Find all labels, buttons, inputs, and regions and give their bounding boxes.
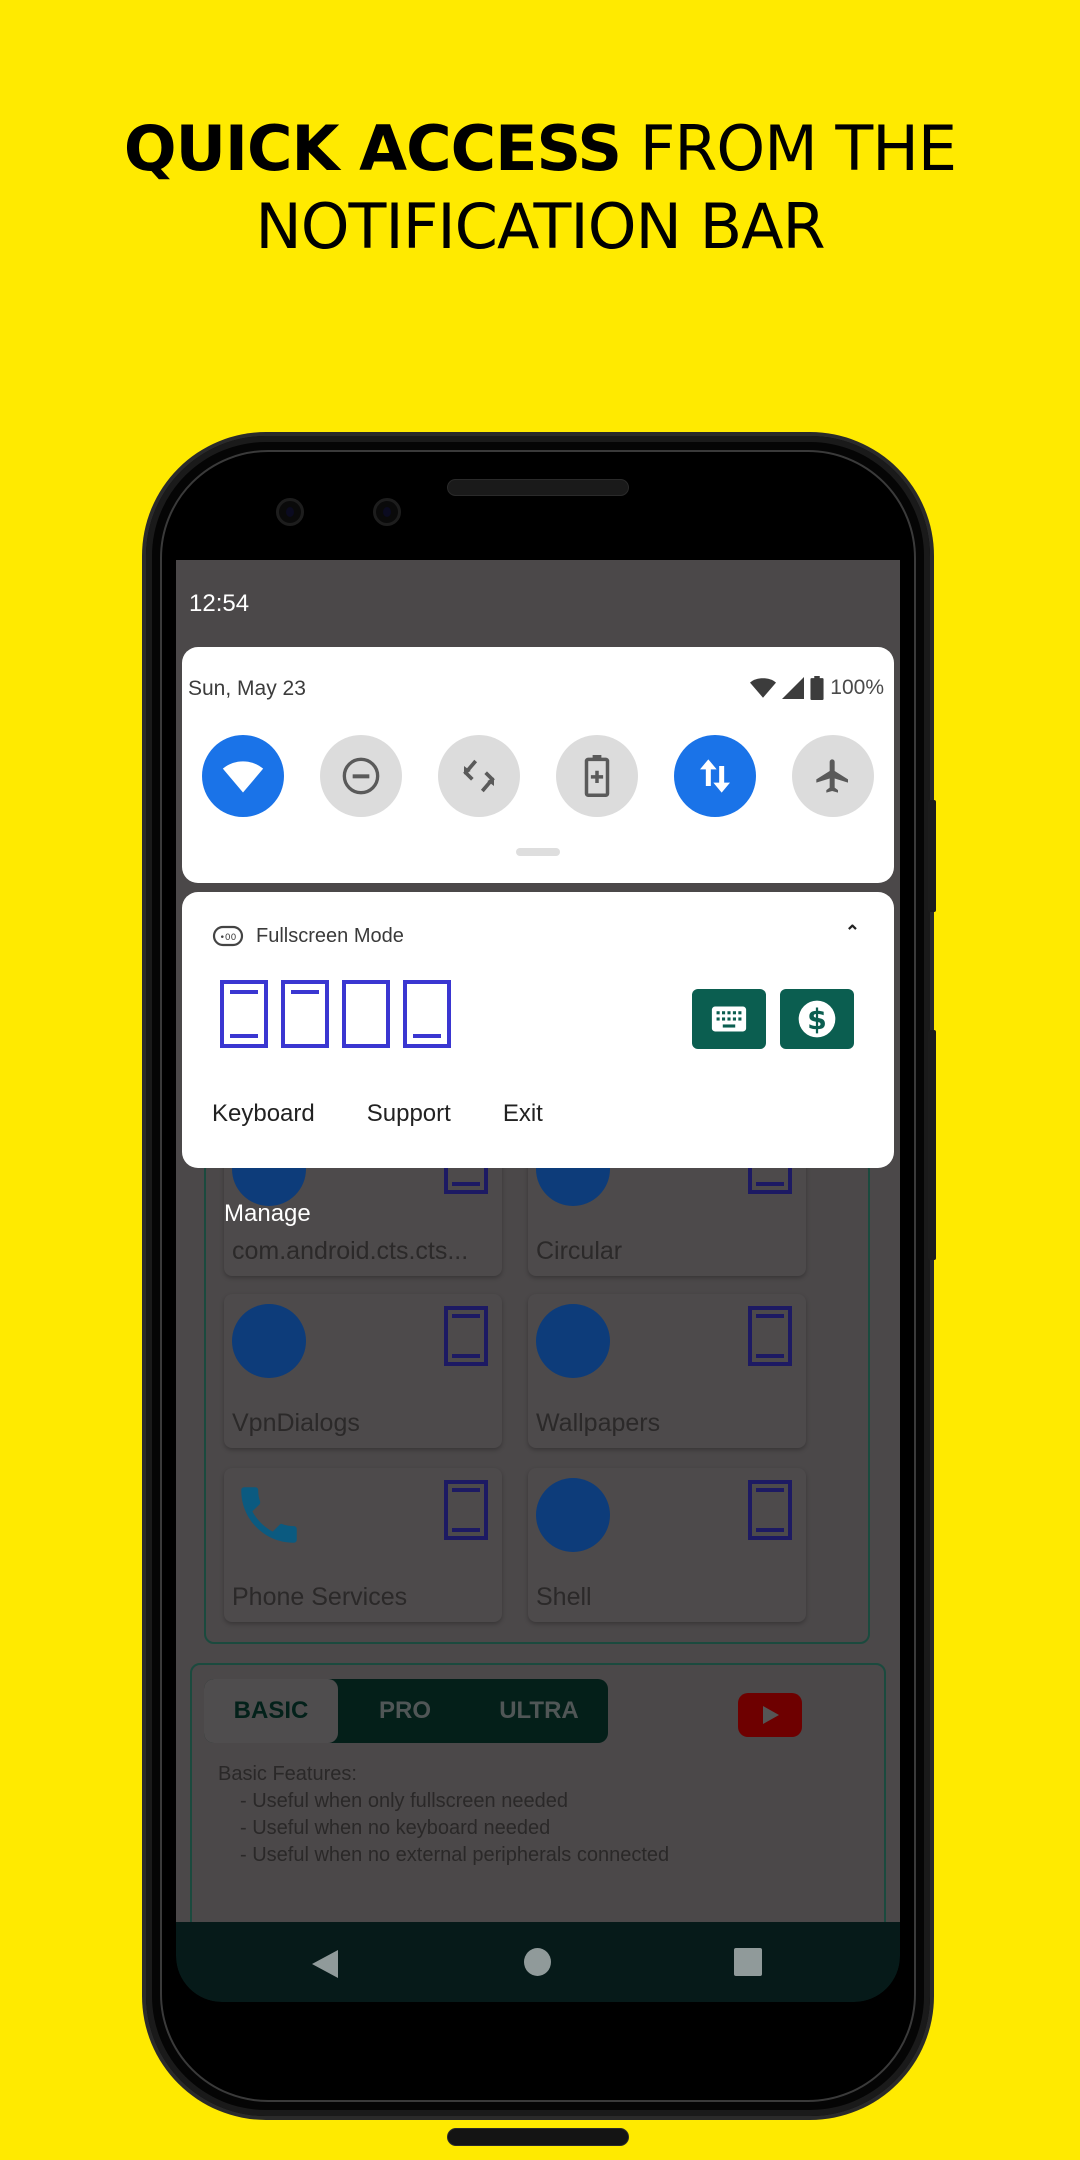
bottom-speaker — [447, 2128, 629, 2146]
mode-bottom-bar-only[interactable] — [403, 980, 451, 1048]
do-not-disturb-icon — [342, 757, 380, 795]
device-icon — [748, 1480, 792, 1540]
tier-ultra[interactable]: ULTRA — [472, 1697, 606, 1725]
earpiece-speaker — [447, 479, 629, 496]
tile-battery-saver[interactable] — [556, 735, 638, 817]
tile-auto-rotate[interactable] — [438, 735, 520, 817]
youtube-icon[interactable] — [738, 1693, 802, 1737]
keyboard-icon — [711, 1006, 747, 1032]
tier-pro[interactable]: PRO — [338, 1697, 472, 1725]
action-exit[interactable]: Exit — [503, 1100, 543, 1128]
tier-basic[interactable]: BASIC — [204, 1679, 338, 1743]
app-card[interactable]: Phone Services — [224, 1468, 502, 1622]
app-card[interactable]: Shell — [528, 1468, 806, 1622]
date-label: Sun, May 23 — [188, 677, 306, 700]
notification-actions: Keyboard Support Exit — [212, 1100, 543, 1128]
battery-percent: 100% — [830, 676, 884, 699]
device-icon — [444, 1480, 488, 1540]
features-list: Basic Features: - Useful when only fulls… — [218, 1761, 669, 1869]
mobile-data-icon — [700, 759, 730, 793]
notification-card[interactable]: •00 Fullscreen Mode ⌃ $ Keyboard Support… — [182, 892, 894, 1168]
mode-selector — [220, 980, 451, 1048]
app-list-panel: com.android.cts.cts... Circular VpnDialo… — [204, 1122, 870, 1644]
app-label: com.android.cts.cts... — [232, 1237, 469, 1265]
app-label: Wallpapers — [536, 1409, 661, 1437]
mode-top-bottom-bars[interactable] — [220, 980, 268, 1048]
svg-text:$: $ — [807, 1003, 827, 1036]
sensor-icon — [373, 498, 401, 526]
feature-item: - Useful when only fullscreen needed — [240, 1790, 568, 1812]
app-label: Phone Services — [232, 1583, 408, 1611]
volume-button — [928, 1030, 936, 1260]
recents-icon[interactable] — [734, 1948, 762, 1976]
notification-buttons: $ — [692, 989, 854, 1049]
fullscreen-app-icon: •00 — [212, 925, 244, 947]
feature-item: - Useful when no external peripherals co… — [240, 1844, 670, 1866]
android-icon — [232, 1304, 306, 1378]
action-keyboard[interactable]: Keyboard — [212, 1100, 315, 1128]
support-button[interactable]: $ — [780, 989, 854, 1049]
notification-app-name: Fullscreen Mode — [256, 924, 404, 947]
headline-line2: NOTIFICATION BAR — [255, 190, 825, 263]
status-icons: 100% — [750, 676, 884, 700]
drag-handle[interactable] — [516, 848, 560, 856]
tile-airplane[interactable] — [792, 735, 874, 817]
wallpaper-icon — [536, 1304, 610, 1378]
camera-icon — [276, 498, 304, 526]
notification-header: •00 Fullscreen Mode — [212, 924, 404, 948]
device-icon — [444, 1306, 488, 1366]
app-label: Circular — [536, 1237, 623, 1265]
app-card[interactable]: VpnDialogs — [224, 1294, 502, 1448]
home-icon[interactable] — [524, 1948, 551, 1976]
chevron-up-icon[interactable]: ⌃ — [845, 922, 860, 943]
feature-item: - Useful when no keyboard needed — [240, 1817, 551, 1839]
action-support[interactable]: Support — [367, 1100, 451, 1128]
battery-saver-icon — [584, 755, 610, 797]
app-label: Shell — [536, 1583, 592, 1611]
tier-selector: BASIC PRO ULTRA — [204, 1679, 608, 1743]
tier-panel: BASIC PRO ULTRA Basic Features: - Useful… — [190, 1663, 886, 1963]
wifi-signal-icon — [750, 678, 777, 698]
android-icon — [536, 1478, 610, 1552]
tile-do-not-disturb[interactable] — [320, 735, 402, 817]
navigation-bar — [176, 1922, 900, 2002]
svg-text:•00: •00 — [220, 933, 237, 943]
headline-rest: FROM THE — [620, 112, 957, 185]
headline: QUICK ACCESS FROM THE NOTIFICATION BAR — [0, 110, 1080, 266]
dollar-icon: $ — [798, 1000, 836, 1038]
power-button — [928, 800, 936, 912]
app-card[interactable]: Wallpapers — [528, 1294, 806, 1448]
mode-top-bar-only[interactable] — [281, 980, 329, 1048]
device-icon — [748, 1306, 792, 1366]
status-clock: 12:54 — [189, 590, 250, 617]
wifi-icon — [222, 761, 264, 793]
auto-rotate-icon — [463, 759, 495, 793]
headline-bold: QUICK ACCESS — [123, 112, 622, 185]
back-icon[interactable] — [312, 1950, 338, 1978]
cell-signal-icon — [782, 677, 805, 699]
app-label: VpnDialogs — [232, 1409, 360, 1437]
tile-mobile-data[interactable] — [674, 735, 756, 817]
battery-icon — [810, 676, 824, 700]
airplane-icon — [816, 759, 848, 793]
features-title: Basic Features: — [218, 1763, 357, 1785]
mode-no-bars[interactable] — [342, 980, 390, 1048]
phone-icon — [232, 1478, 306, 1552]
quick-tiles — [202, 735, 874, 817]
tile-wifi[interactable] — [202, 735, 284, 817]
quick-settings-panel: Sun, May 23 100% — [182, 647, 894, 883]
keyboard-button[interactable] — [692, 989, 766, 1049]
manage-button[interactable]: Manage — [224, 1200, 311, 1228]
